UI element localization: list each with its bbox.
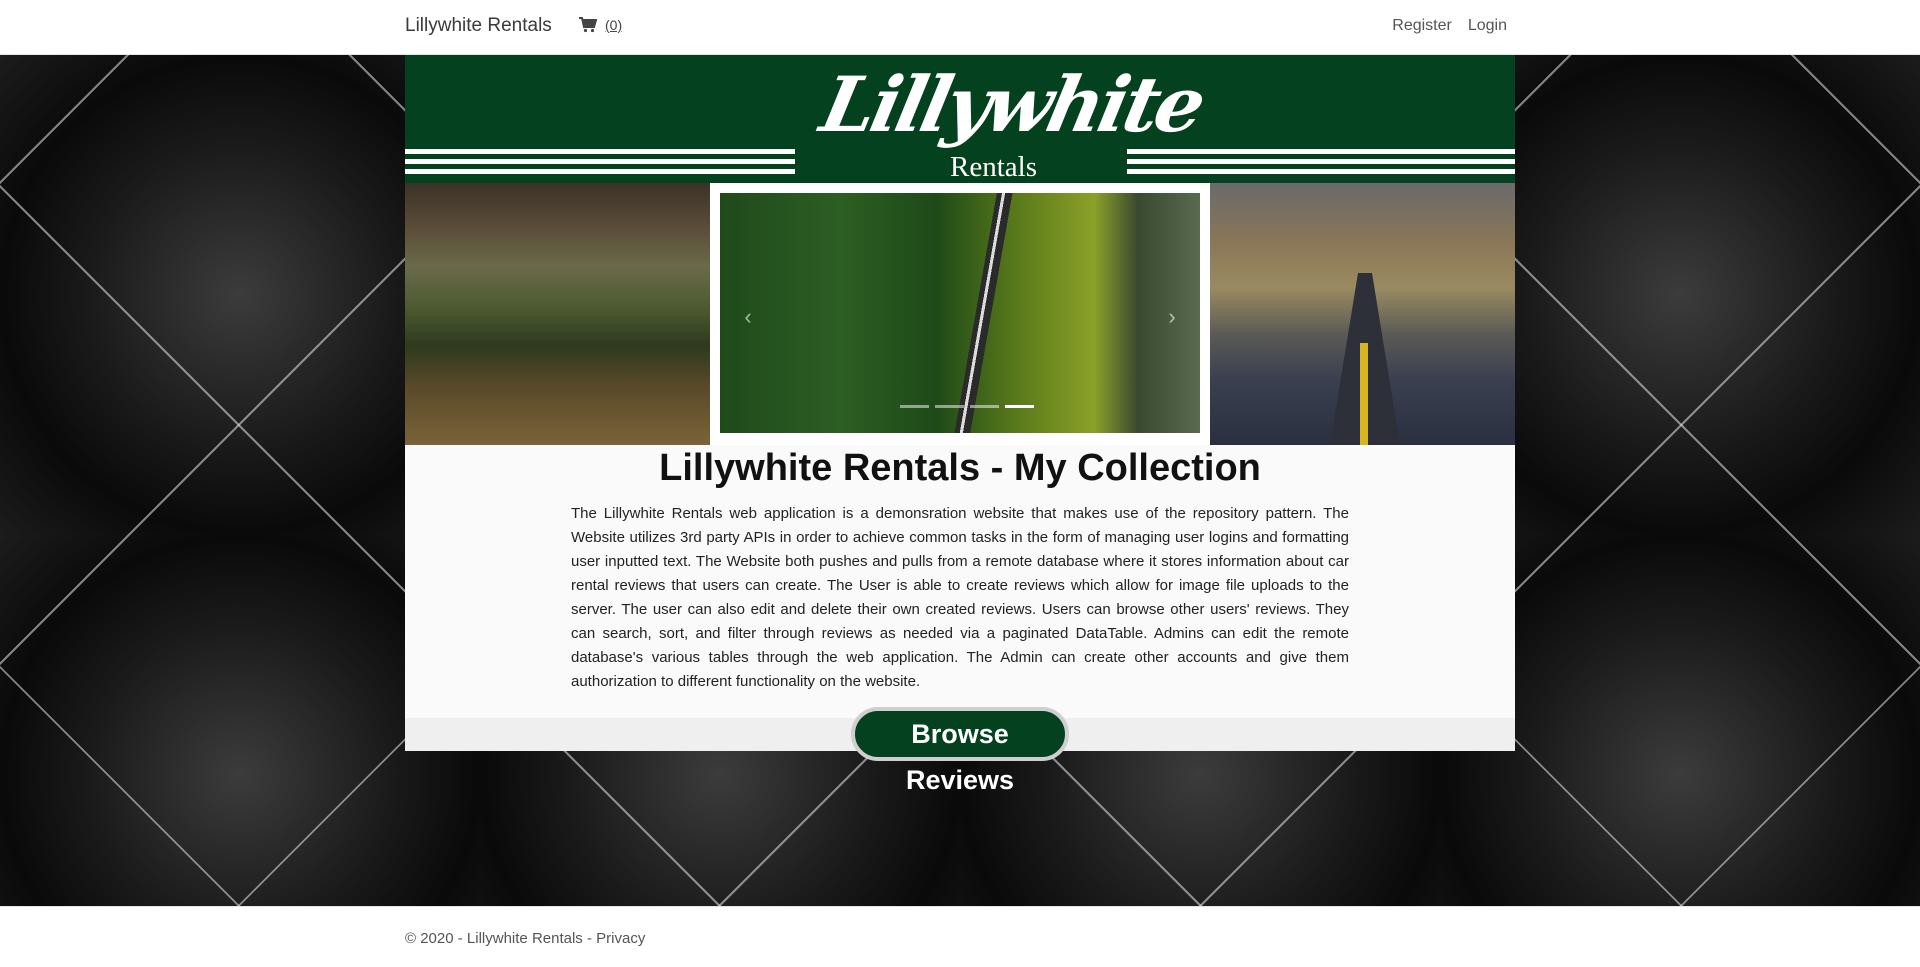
banner-stripe [405,159,795,164]
privacy-link[interactable]: Privacy [596,930,645,947]
shopping-cart-icon [579,17,597,33]
logo-subtitle: Rentals [950,151,1037,183]
brand-link[interactable]: Lillywhite Rentals [405,15,552,37]
carousel-indicators [900,405,1034,408]
copyright-text: © 2020 - Lillywhite Rentals - [405,930,597,947]
register-link[interactable]: Register [1392,17,1452,35]
page-title: Lillywhite Rentals - My Collection [659,447,1261,489]
carousel-indicator[interactable] [935,405,964,408]
chevron-right-icon[interactable]: › [1162,305,1182,329]
cart-count: (0) [605,17,623,33]
carousel-indicator[interactable] [970,405,999,408]
road-line [1360,343,1368,445]
carousel-frame: ‹ › [710,183,1210,445]
browse-reviews-button[interactable]: Browse Reviews [851,707,1069,795]
logo-banner: Lillywhite Rentals [405,55,1515,183]
carousel-indicator-active[interactable] [1005,405,1034,408]
footer-text: © 2020 - Lillywhite Rentals - Privacy [405,930,645,947]
banner-stripe [1127,159,1515,164]
carousel-indicator[interactable] [900,405,929,408]
main-content: Lillywhite Rentals ‹ › Lillywhite Rental… [405,55,1515,795]
navbar-container: Lillywhite Rentals (0) Register Login [405,0,1507,55]
banner-stripe [405,149,795,154]
image-carousel: ‹ › [405,183,1515,445]
banner-stripe [405,169,795,174]
footer: © 2020 - Lillywhite Rentals - Privacy [0,906,1920,967]
banner-stripe [1127,169,1515,174]
carousel-slide: ‹ › [720,193,1200,433]
top-navbar: Lillywhite Rentals (0) Register Login [0,0,1920,55]
carousel-side-image-right [1210,183,1515,445]
page-description: The Lillywhite Rentals web application i… [571,505,1349,690]
account-links: Register Login [1392,17,1507,35]
banner-stripe [1127,149,1515,154]
logo-script-text: Lillywhite [813,60,1210,149]
chevron-left-icon[interactable]: ‹ [738,305,758,329]
login-link[interactable]: Login [1468,17,1507,35]
cart-link[interactable]: (0) [579,17,622,33]
carousel-side-image-left [405,183,710,445]
